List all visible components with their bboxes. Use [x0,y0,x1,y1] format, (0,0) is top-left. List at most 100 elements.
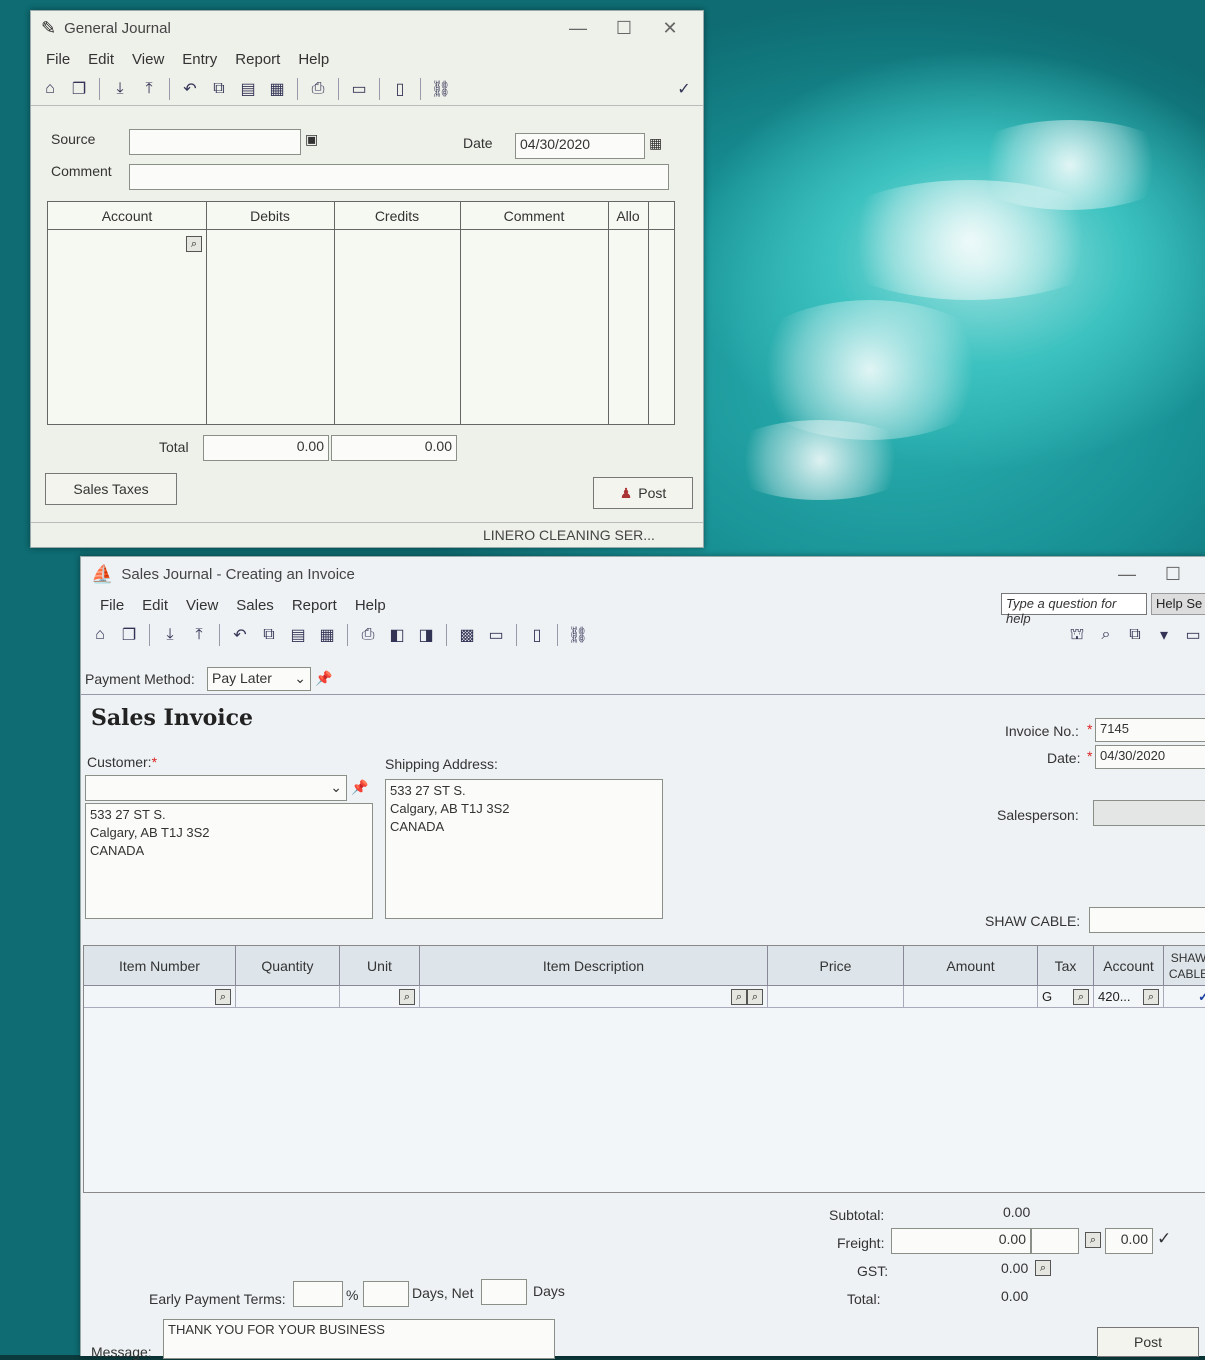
column-header-price[interactable]: Price [768,946,904,986]
help-search-button[interactable]: Help Se [1151,593,1205,615]
account-lookup-icon[interactable]: ⌕ [186,236,202,252]
message-field[interactable]: THANK YOU FOR YOUR BUSINESS [163,1319,555,1359]
minimize-button[interactable]: — [1104,564,1150,585]
window-icon[interactable]: ❐ [66,77,92,101]
column-header-comment[interactable]: Comment [460,202,608,230]
email-icon[interactable]: ▭ [346,77,372,101]
sales-taxes-button[interactable]: Sales Taxes [45,473,177,505]
card-icon[interactable]: ▭ [1180,623,1205,647]
gst-lookup-icon[interactable]: ⌕ [1035,1260,1051,1276]
shaw-cable-check[interactable]: ✓ [1164,986,1205,1008]
salesperson-select[interactable] [1093,800,1205,826]
link-icon[interactable]: ⛓ [565,623,591,647]
calculator-icon[interactable]: ▯ [387,77,413,101]
pin-icon[interactable]: 📌 [351,779,368,796]
dropdown-icon[interactable]: ▾ [1151,623,1177,647]
column-header-credits[interactable]: Credits [334,202,460,230]
menu-report[interactable]: Report [226,51,289,68]
column-header-shaw-cable[interactable]: SHAW CABLE [1164,946,1205,986]
save-icon[interactable]: ⤓ [107,77,133,101]
window-icon[interactable]: ❐ [116,623,142,647]
date-field[interactable]: 04/30/2020 [1095,745,1205,769]
undo-icon[interactable]: ↶ [177,77,203,101]
item-lookup-icon[interactable]: ⌕ [215,988,231,1005]
package-icon[interactable]: ▩ [454,623,480,647]
report-icon[interactable]: ▦ [264,77,290,101]
menu-edit[interactable]: Edit [79,51,123,68]
email-icon[interactable]: ▭ [483,623,509,647]
menu-edit[interactable]: Edit [133,597,177,614]
post-button[interactable]: Post [1097,1327,1199,1357]
next-icon[interactable]: ◨ [413,623,439,647]
freight-tax-lookup-icon[interactable]: ⌕ [1085,1232,1101,1248]
checkmark-icon[interactable]: ✓ [1157,1229,1171,1249]
column-header-amount[interactable]: Amount [904,946,1038,986]
column-header-item-number[interactable]: Item Number [84,946,236,986]
minimize-button[interactable]: — [555,18,601,39]
column-header-debits[interactable]: Debits [206,202,334,230]
menu-file[interactable]: File [91,597,133,614]
net-days-field[interactable] [481,1279,527,1305]
undo-icon[interactable]: ↶ [227,623,253,647]
source-lookup-icon[interactable]: ▣ [305,131,318,148]
invoice-no-field[interactable]: 7145 [1095,718,1205,742]
help-search-input[interactable]: Type a question for help [1001,593,1147,626]
column-header-item-description[interactable]: Item Description [420,946,768,986]
save-icon[interactable]: ⤓ [157,623,183,647]
discount-days-field[interactable] [363,1281,409,1307]
link-icon[interactable]: ⛓ [428,77,454,101]
customer-address-box[interactable]: 533 27 ST S. Calgary, AB T1J 3S2 CANADA [85,803,373,919]
source-input[interactable] [129,129,301,155]
column-header-account[interactable]: Account [1094,946,1164,986]
print-icon[interactable]: ⎙ [305,77,331,101]
description-lookup-icon[interactable]: ⌕ [731,988,747,1005]
column-header-unit[interactable]: Unit [340,946,420,986]
description-lookup-icon[interactable]: ⌕ [747,988,763,1005]
recurring-icon[interactable]: ▤ [235,77,261,101]
freight-tax-amount[interactable]: 0.00 [1105,1228,1153,1254]
menu-file[interactable]: File [37,51,79,68]
shipping-address-box[interactable]: 533 27 ST S. Calgary, AB T1J 3S2 CANADA [385,779,663,919]
column-header-quantity[interactable]: Quantity [236,946,340,986]
menu-report[interactable]: Report [283,597,346,614]
menu-entry[interactable]: Entry [173,51,226,68]
checkmark-icon[interactable]: ✓ [671,77,697,101]
price-cell[interactable] [768,986,904,1008]
maximize-button[interactable]: ☐ [601,18,647,39]
menu-view[interactable]: View [123,51,173,68]
customer-select[interactable]: ⌄ [85,775,347,801]
date-field[interactable]: 04/30/2020 [515,133,645,159]
menu-sales[interactable]: Sales [227,597,283,614]
recurring-icon[interactable]: ▤ [285,623,311,647]
item-description-cell[interactable]: ⌕ ⌕ [420,986,768,1008]
account-cell[interactable]: 420... ⌕ [1094,986,1164,1008]
unit-lookup-icon[interactable]: ⌕ [399,988,415,1005]
upload-icon[interactable]: ⤒ [136,77,162,101]
calculator-icon[interactable]: ▯ [524,623,550,647]
close-button[interactable]: ✕ [647,18,693,39]
copy-icon[interactable]: ⧉ [206,77,232,101]
amount-cell[interactable] [904,986,1038,1008]
upload-icon[interactable]: ⤒ [186,623,212,647]
home-icon[interactable]: ⌂ [37,77,63,101]
freight-field[interactable]: 0.00 [891,1228,1031,1254]
account-lookup-icon[interactable]: ⌕ [1143,988,1159,1005]
pin-icon[interactable]: 📌 [315,670,332,687]
unit-cell[interactable]: ⌕ [340,986,420,1008]
menu-view[interactable]: View [177,597,227,614]
payment-method-select[interactable]: Pay Later ⌄ [207,667,311,691]
calendar-icon[interactable]: ▦ [649,135,662,152]
freight-tax-code[interactable] [1031,1228,1079,1254]
tax-cell[interactable]: G ⌕ [1038,986,1094,1008]
shaw-cable-select[interactable] [1089,907,1205,933]
column-header-allo[interactable]: Allo [608,202,648,230]
post-button[interactable]: ♟ Post [593,477,693,509]
quantity-cell[interactable] [236,986,340,1008]
maximize-button[interactable]: ☐ [1150,564,1196,585]
lookup-icon[interactable]: ⌕ [1093,623,1119,647]
column-header-tax[interactable]: Tax [1038,946,1094,986]
copy-invoice-icon[interactable]: ⧉ [1122,623,1148,647]
print-icon[interactable]: ⎙ [355,623,381,647]
tax-lookup-icon[interactable]: ⌕ [1073,988,1089,1005]
item-number-cell[interactable]: ⌕ [84,986,236,1008]
